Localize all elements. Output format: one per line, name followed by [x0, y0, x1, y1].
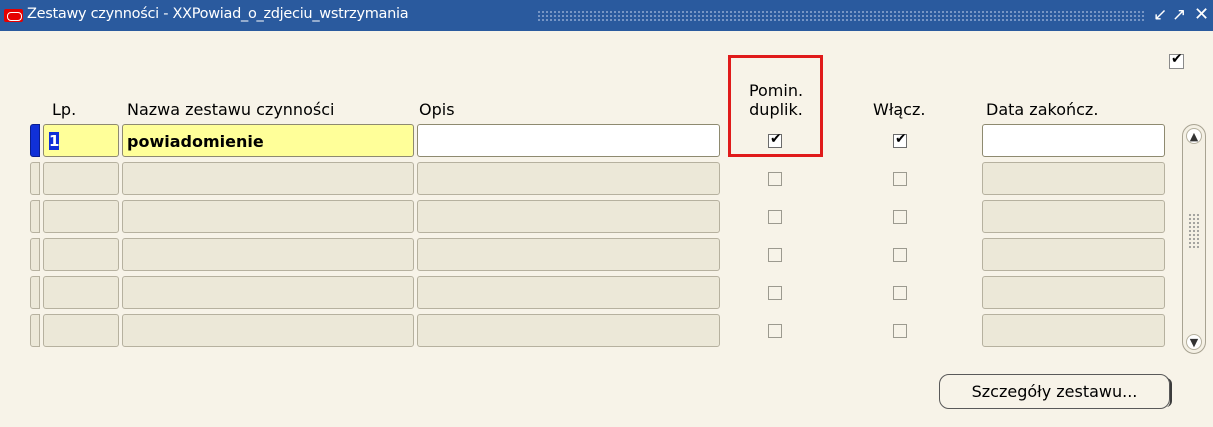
- enabled-checkbox[interactable]: [893, 172, 907, 186]
- header-name: Nazwa zestawu czynności: [127, 100, 335, 119]
- row-indicator[interactable]: [30, 314, 40, 347]
- minimize-icon[interactable]: ↙: [1153, 6, 1167, 24]
- opis-field[interactable]: [417, 200, 720, 233]
- row-indicator[interactable]: [30, 200, 40, 233]
- header-enabled: Włącz.: [873, 100, 926, 119]
- check-icon: ✔: [1171, 51, 1183, 67]
- skip-duplicates-checkbox[interactable]: [768, 172, 782, 186]
- row-indicator[interactable]: [30, 276, 40, 309]
- opis-field[interactable]: [417, 124, 720, 157]
- details-button[interactable]: Szczegóły zestawu...: [939, 374, 1172, 409]
- header-lp: Lp.: [52, 100, 77, 119]
- lp-value: 1: [49, 132, 60, 150]
- end-date-field[interactable]: [982, 238, 1165, 271]
- titlebar-pattern: [537, 10, 1145, 22]
- name-field[interactable]: [122, 200, 414, 233]
- scroll-down-icon[interactable]: ▼: [1186, 334, 1202, 350]
- lp-field[interactable]: [43, 314, 119, 347]
- window-titlebar: Zestawy czynności - XXPowiad_o_zdjeciu_w…: [0, 0, 1213, 31]
- name-field[interactable]: [122, 162, 414, 195]
- skip-duplicates-checkbox[interactable]: [768, 324, 782, 338]
- enabled-checkbox[interactable]: [893, 210, 907, 224]
- row-indicator[interactable]: [30, 124, 40, 157]
- lp-field[interactable]: [43, 276, 119, 309]
- end-date-field[interactable]: [982, 276, 1165, 309]
- enabled-checkbox[interactable]: [893, 286, 907, 300]
- skip-duplicates-checkbox[interactable]: [768, 210, 782, 224]
- end-date-field[interactable]: [982, 314, 1165, 347]
- name-field[interactable]: [122, 238, 414, 271]
- scroll-up-icon[interactable]: ▲: [1186, 128, 1202, 144]
- enabled-checkbox[interactable]: ✔: [893, 131, 907, 148]
- lp-field[interactable]: 1: [43, 124, 119, 157]
- header-opis: Opis: [419, 100, 455, 119]
- end-date-field[interactable]: [982, 162, 1165, 195]
- check-icon: ✔: [770, 131, 782, 147]
- name-value: powiadomienie: [127, 132, 264, 151]
- end-date-field[interactable]: [982, 124, 1165, 157]
- opis-field[interactable]: [417, 162, 720, 195]
- maximize-icon[interactable]: ↗: [1172, 6, 1186, 24]
- window-title: Zestawy czynności - XXPowiad_o_zdjeciu_w…: [27, 6, 409, 22]
- skip-duplicates-checkbox[interactable]: [768, 286, 782, 300]
- select-all-checkbox[interactable]: ✔: [1169, 51, 1184, 69]
- skip-duplicates-checkbox[interactable]: [768, 248, 782, 262]
- header-end-date: Data zakończ.: [986, 100, 1099, 119]
- end-date-field[interactable]: [982, 200, 1165, 233]
- name-field[interactable]: [122, 276, 414, 309]
- oracle-forms-icon: [4, 9, 23, 22]
- opis-field[interactable]: [417, 276, 720, 309]
- opis-field[interactable]: [417, 314, 720, 347]
- scroll-grip[interactable]: [1188, 213, 1200, 249]
- name-field[interactable]: [122, 314, 414, 347]
- row-indicator[interactable]: [30, 238, 40, 271]
- skip-duplicates-checkbox[interactable]: ✔: [768, 131, 782, 148]
- lp-field[interactable]: [43, 238, 119, 271]
- close-icon[interactable]: ✕: [1194, 6, 1209, 24]
- vertical-scrollbar[interactable]: ▲ ▼: [1182, 124, 1206, 354]
- name-field[interactable]: powiadomienie: [122, 124, 414, 157]
- lp-field[interactable]: [43, 162, 119, 195]
- check-icon: ✔: [895, 131, 907, 147]
- opis-field[interactable]: [417, 238, 720, 271]
- row-indicator[interactable]: [30, 162, 40, 195]
- enabled-checkbox[interactable]: [893, 248, 907, 262]
- lp-field[interactable]: [43, 200, 119, 233]
- enabled-checkbox[interactable]: [893, 324, 907, 338]
